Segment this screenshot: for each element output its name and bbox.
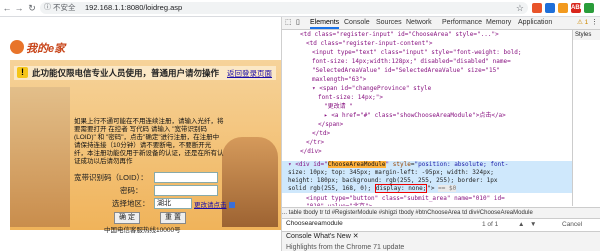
loid-input[interactable] xyxy=(154,172,218,183)
tab-console[interactable]: Console xyxy=(344,17,370,29)
search-bar: Chooseareamodule 1 of 1 ▲ ▼ Cancel xyxy=(282,219,600,230)
search-prev-icon[interactable]: ▲ xyxy=(518,219,524,230)
styles-tab[interactable]: Styles xyxy=(573,30,600,40)
dom-node-line[interactable]: </td> xyxy=(312,130,330,138)
search-input[interactable]: Chooseareamodule xyxy=(286,220,466,228)
devtools-menu-icon[interactable]: ⋮ xyxy=(591,17,598,29)
selected-node-line-1[interactable]: ▾ <div id="ChooseAreaModule" style="posi… xyxy=(288,161,508,169)
area-input: 湖北 xyxy=(154,198,192,209)
dom-node-line[interactable]: </tr> xyxy=(306,139,324,147)
logo-text: 我的e家 xyxy=(26,43,66,55)
person-image-right xyxy=(222,137,278,227)
warning-count: 1 xyxy=(584,19,589,26)
tab-performance[interactable]: Performance xyxy=(442,17,482,29)
breadcrumb[interactable]: ... table tbody tr td #RegisterModule #s… xyxy=(282,207,600,219)
tag-close: "> xyxy=(427,185,435,192)
selected-node-line-4[interactable]: solid rgb(255, 168, 0); display: none;">… xyxy=(288,184,457,193)
password-input[interactable] xyxy=(154,185,218,196)
area-label: 选择地区： xyxy=(112,199,150,208)
ext-green-icon[interactable] xyxy=(584,3,594,13)
warning-count-badge[interactable]: ⚠ 1 xyxy=(577,17,588,29)
ext-blue-icon[interactable] xyxy=(545,3,555,13)
devtools-drawer: Console What's New ✕ Highlights from the… xyxy=(282,231,600,251)
dom-node-line[interactable]: font-size: 14px;"> xyxy=(318,94,383,102)
notice-text: 如果上行不通可能在不用连续注册，请输入光纤，将要需要打开 在控者 写代码 请输入… xyxy=(74,118,224,165)
ext-abp-icon[interactable]: ABP xyxy=(571,3,584,13)
ext-red-icon[interactable] xyxy=(532,3,542,13)
tab-network[interactable]: Network xyxy=(406,17,432,29)
selected-node-line-2[interactable]: size: 10px; top: 345px; margin-left: -95… xyxy=(288,169,494,177)
device-toolbar-icon[interactable]: ▯ xyxy=(296,17,304,29)
password-label: 密码： xyxy=(120,186,143,195)
inspect-element-icon[interactable]: ⬚ xyxy=(285,17,293,29)
tab-elements[interactable]: Elements xyxy=(310,17,340,29)
info-icon[interactable]: ⓘ xyxy=(44,2,51,14)
search-match: ChooseAreaModule xyxy=(327,161,386,168)
reset-button[interactable]: 重 置 xyxy=(160,212,186,224)
browser-toolbar: ← → ↻ ⓘ 不安全 192.168.1.1:8080/loidreg.asp… xyxy=(0,0,600,17)
dom-node-line[interactable]: "010" value="北京"> xyxy=(306,203,372,206)
dom-node-line[interactable]: "更改请 " xyxy=(324,103,353,111)
go-icon xyxy=(228,202,235,209)
router-page: 我的e家 ! 此功能仅限电信专业人员使用，普通用户请勿操作 返回登录页面 如果上… xyxy=(0,17,281,251)
devtools-tabbar: ⬚ ▯ Elements Console Sources Network Perform… xyxy=(282,17,600,30)
search-cancel-button[interactable]: Cancel xyxy=(562,219,582,230)
dom-node-line[interactable]: </span> xyxy=(318,121,343,129)
devtools-panel: ⬚ ▯ Elements Console Sources Network Perform… xyxy=(281,17,600,251)
warning-bar: ! 此功能仅限电信专业人员使用，普通用户请勿操作 返回登录页面 xyxy=(14,66,276,80)
change-area[interactable]: 更改请点击 xyxy=(194,199,235,210)
warning-text: 此功能仅限电信专业人员使用，普通用户请勿操作 xyxy=(32,68,220,78)
drawer-tabs[interactable]: Console What's New ✕ xyxy=(286,232,359,242)
logo-mark-icon xyxy=(10,40,24,54)
style-border: solid rgb(255, 168, 0); xyxy=(288,185,372,192)
return-login-link[interactable]: 返回登录页面 xyxy=(227,68,272,79)
tab-memory[interactable]: Memory xyxy=(486,17,511,29)
confirm-button[interactable]: 确 定 xyxy=(114,212,140,224)
security-label: 不安全 xyxy=(53,3,76,12)
loid-label: 宽带识别码（LOID）： xyxy=(74,173,148,182)
dom-node-line[interactable]: </div> xyxy=(300,148,322,156)
person-image-left xyxy=(10,87,70,227)
forward-arrow-icon[interactable]: → xyxy=(14,3,24,13)
search-next-icon[interactable]: ▼ xyxy=(530,219,536,230)
dom-node-line[interactable]: ▾ <span id="changeProvince" style xyxy=(312,85,431,93)
dom-node-line[interactable]: "SelectedAreaValue" id="SelectedAreaValu… xyxy=(312,67,500,75)
tab-application[interactable]: Application xyxy=(518,17,552,29)
display-none-style[interactable]: display: none; xyxy=(374,184,428,193)
drawer-message: Highlights from the Chrome 71 update xyxy=(286,244,405,251)
dom-node-line[interactable]: <td class="register-input-content"> xyxy=(306,40,432,48)
ext-orange-icon[interactable] xyxy=(558,3,568,13)
dom-node-line[interactable]: <td class="register-input" id="ChooseAre… xyxy=(300,31,499,39)
address-bar[interactable]: ⓘ 不安全 192.168.1.1:8080/loidreg.asp ☆ xyxy=(40,2,528,14)
dom-node-line[interactable]: ▸ <a href="#" class="showChooseAreaModul… xyxy=(324,112,506,120)
dom-node-line[interactable]: <input type="text" class="input" style="… xyxy=(312,49,522,57)
dom-node-line[interactable]: <input type="button" class="submit_area"… xyxy=(306,195,505,203)
dom-ellipsis[interactable]: == $0 xyxy=(438,185,457,192)
elements-tree[interactable]: <td class="register-input" id="ChooseAre… xyxy=(282,30,572,206)
back-arrow-icon[interactable]: ← xyxy=(2,3,12,13)
warning-icon: ! xyxy=(17,67,28,78)
tab-sources[interactable]: Sources xyxy=(376,17,402,29)
dom-node-line[interactable]: maxlength="63"> xyxy=(312,76,366,84)
hotline-text: 中国电信客服热线10000号 xyxy=(104,227,181,234)
url-text[interactable]: 192.168.1.1:8080/loidreg.asp xyxy=(85,2,182,14)
reload-icon[interactable]: ↻ xyxy=(27,3,37,13)
bookmark-star-icon[interactable]: ☆ xyxy=(516,2,524,14)
styles-pane: Styles xyxy=(572,30,600,206)
change-area-link[interactable]: 更改请点击 xyxy=(194,202,227,209)
search-count: 1 of 1 xyxy=(482,221,499,228)
dom-node-line[interactable]: font-size: 14px;width:128px;" disabled="… xyxy=(312,58,511,66)
